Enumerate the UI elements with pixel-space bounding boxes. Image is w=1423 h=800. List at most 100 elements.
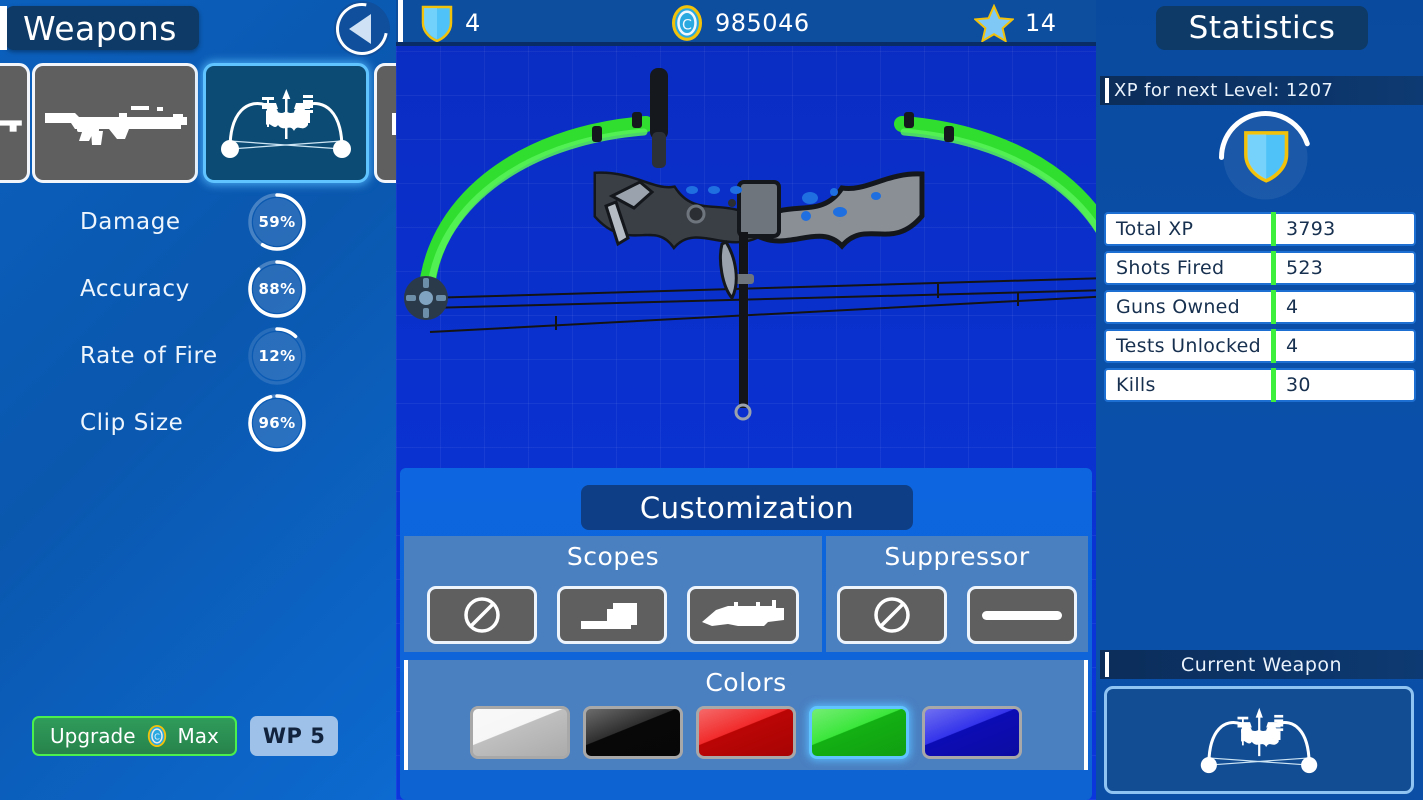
stat-gauge-accuracy: 88% (246, 258, 308, 320)
stat-gauge-clip-size: 96% (246, 392, 308, 454)
current-weapon-card (1104, 686, 1414, 794)
row-divider (1271, 251, 1276, 285)
upgrade-row: Upgrade C Max WP 5 (32, 716, 339, 756)
star-value: 14 (1025, 9, 1057, 37)
swatch-gloss (473, 709, 567, 756)
table-row: Guns Owned 4 (1104, 290, 1416, 324)
stat-row-accuracy: Accuracy 88% (0, 255, 396, 322)
xp-next-level-label: XP for next Level: 1207 (1114, 80, 1334, 101)
stat-key: Guns Owned (1116, 296, 1241, 318)
suppressor-option-silencer[interactable] (967, 586, 1077, 644)
stat-row-rate-of-fire: Rate of Fire 12% (0, 322, 396, 389)
compound-bow-silhouette-icon (1200, 707, 1318, 774)
compound-bow-render-icon (404, 68, 1096, 421)
scope-option-none[interactable] (427, 586, 537, 644)
stat-value: 4 (1286, 335, 1299, 357)
game-screen: Weapons Damage 59% Accuracy 88% Rate of … (0, 0, 1423, 800)
stat-key: Tests Unlocked (1116, 335, 1261, 357)
upgrade-cost-label: Max (177, 724, 219, 748)
svg-text:C: C (154, 732, 160, 742)
row-divider (1271, 212, 1276, 246)
stat-row-clip-size: Clip Size 96% (0, 389, 396, 456)
stat-value: 4 (1286, 296, 1299, 318)
swatch-gloss (586, 709, 680, 756)
shield-value: 4 (465, 9, 481, 37)
star-icon (974, 4, 1014, 42)
current-weapon-title: Current Weapon (1100, 650, 1423, 679)
stat-key: Shots Fired (1116, 257, 1225, 279)
suppressor-options (826, 586, 1088, 644)
no-scope-icon (464, 597, 500, 633)
table-row: Total XP 3793 (1104, 212, 1416, 246)
color-option-green[interactable] (809, 706, 909, 759)
stat-value: 3793 (1286, 218, 1336, 240)
table-row: Kills 30 (1104, 368, 1416, 402)
top-status-bar: 4 C 985046 14 (396, 0, 1096, 46)
xp-next-level-bar: XP for next Level: 1207 (1100, 76, 1423, 105)
page-title-label: Weapons (23, 8, 177, 48)
coin-icon: C (147, 725, 166, 747)
long-scope-icon (702, 600, 784, 626)
weapon-preview-panel: 4 C 985046 14 Customization Scopes Suppr… (396, 0, 1096, 800)
stat-label: Accuracy (80, 275, 190, 302)
suppressor-section: Suppressor (826, 536, 1088, 652)
upgrade-button[interactable]: Upgrade C Max (32, 716, 237, 756)
shield-icon (421, 5, 453, 43)
scopes-title: Scopes (566, 542, 660, 571)
color-option-blue[interactable] (922, 706, 1022, 759)
coin-counter: C 985046 (670, 4, 810, 42)
customization-sections: Scopes Suppressor (404, 536, 1088, 652)
upgrade-label: Upgrade (50, 724, 136, 748)
color-options (408, 706, 1084, 759)
svg-text:C: C (682, 17, 692, 33)
weapon-points-badge[interactable]: WP 5 (249, 716, 339, 756)
stat-value: 523 (1286, 257, 1324, 279)
stat-label: Clip Size (80, 409, 184, 436)
weapon-tab-pistol[interactable] (374, 63, 396, 183)
table-row: Shots Fired 523 (1104, 251, 1416, 285)
swatch-gloss (699, 709, 793, 756)
back-ring-icon (325, 0, 396, 66)
no-suppressor-icon (874, 597, 910, 633)
compound-bow-silhouette-icon (221, 89, 351, 158)
swatch-gloss (925, 709, 1019, 756)
weapon-carousel[interactable] (0, 63, 396, 183)
weapon-tab-ak47[interactable] (32, 63, 198, 183)
coin-icon: C (671, 5, 703, 41)
scopes-section: Scopes (404, 536, 822, 652)
page-title: Weapons (0, 6, 199, 50)
table-row: Tests Unlocked 4 (1104, 329, 1416, 363)
row-divider (1271, 368, 1276, 402)
back-button[interactable] (325, 0, 396, 66)
suppressor-option-none[interactable] (837, 586, 947, 644)
colors-section: Colors (404, 660, 1088, 770)
color-option-white[interactable] (470, 706, 570, 759)
stat-value: 59% (258, 212, 296, 231)
stat-row-damage: Damage 59% (0, 188, 396, 255)
row-divider (1271, 290, 1276, 324)
weapon-stats-list: Damage 59% Accuracy 88% Rate of Fire 12%… (0, 188, 396, 456)
shield-counter: 4 (420, 3, 481, 43)
weapon-display (396, 46, 1096, 466)
stat-gauge-damage: 59% (246, 191, 308, 253)
pistol-silhouette-icon (392, 113, 396, 135)
stat-label: Rate of Fire (80, 342, 218, 369)
stat-key: Total XP (1116, 218, 1194, 240)
scope-option-red-dot[interactable] (557, 586, 667, 644)
scope-options (404, 586, 822, 644)
weapon-tab-rifle[interactable] (0, 63, 30, 183)
statistics-title: Statistics (1156, 6, 1368, 50)
weapon-tab-compound-bow[interactable] (203, 63, 369, 183)
colors-title: Colors (705, 668, 787, 697)
suppressor-icon (982, 611, 1062, 620)
color-option-black[interactable] (583, 706, 683, 759)
scope-option-long[interactable] (687, 586, 799, 644)
star-counter: 14 (974, 4, 1057, 42)
xp-level-indicator (1218, 110, 1313, 205)
ak47-silhouette-icon (45, 106, 187, 145)
suppressor-title: Suppressor (884, 542, 1030, 571)
color-option-red[interactable] (696, 706, 796, 759)
rifle-silhouette-icon (0, 120, 22, 132)
stat-value: 96% (258, 413, 296, 432)
stat-value: 30 (1286, 374, 1311, 396)
